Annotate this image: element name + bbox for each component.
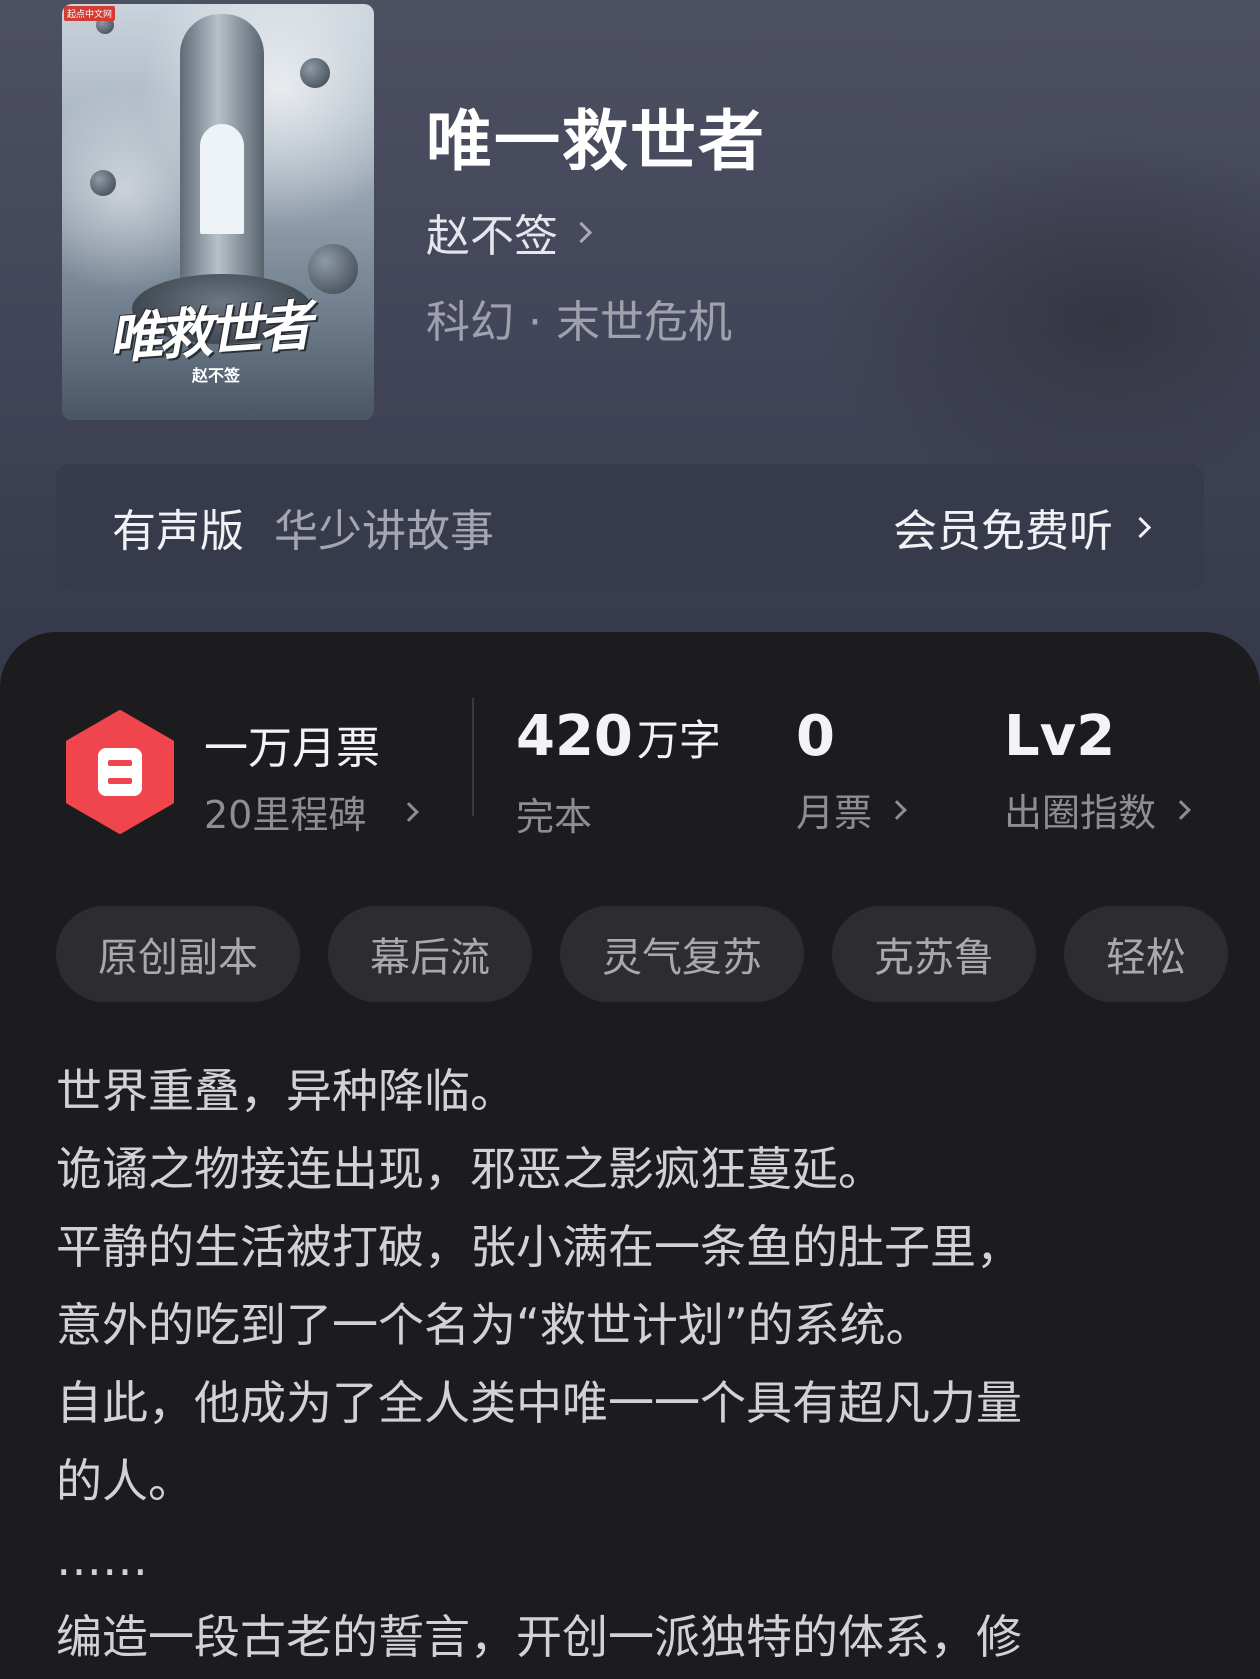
detail-panel: 一万月票 20里程碑 420万字 完本 0 月票 Lv2 出圈指数 原创副本 幕…	[0, 632, 1260, 1679]
synopsis-line: 自此，他成为了全人类中唯一一个具有超凡力量	[56, 1376, 1022, 1430]
tag-list: 原创副本 幕后流 灵气复苏 克苏鲁 轻松	[56, 906, 1228, 1002]
tag-chip[interactable]: 原创副本	[56, 906, 300, 1002]
completion-status: 完本	[516, 795, 593, 839]
word-count-value: 420	[516, 704, 633, 769]
word-count-stat: 420万字 完本	[516, 702, 721, 841]
synopsis-line: 的人。	[56, 1454, 194, 1508]
synopsis-line: 世界重叠，异种降临。	[56, 1064, 516, 1118]
chevron-right-icon	[1171, 799, 1191, 820]
word-count-unit: 万字	[636, 716, 721, 765]
book-genre: 科幻 · 末世危机	[426, 297, 732, 348]
member-free-listen-label: 会员免费听	[893, 506, 1113, 557]
ticket-icon	[66, 710, 174, 834]
tag-chip[interactable]: 克苏鲁	[832, 906, 1036, 1002]
milestone-title: 一万月票	[204, 723, 380, 774]
synopsis-line: 编造一段古老的誓言，开创一派独特的体系，修	[56, 1610, 1022, 1664]
audio-label: 有声版	[112, 506, 244, 557]
tag-chip[interactable]: 轻松	[1064, 906, 1228, 1002]
popularity-index-stat[interactable]: Lv2 出圈指数	[1004, 702, 1191, 837]
chevron-right-icon	[1129, 516, 1152, 538]
chevron-right-icon	[570, 221, 593, 243]
synopsis-line: ……	[56, 1532, 148, 1586]
synopsis-line: 意外的吃到了一个名为“救世计划”的系统。	[56, 1298, 932, 1352]
author-link[interactable]: 赵不签	[426, 200, 593, 264]
chevron-right-icon	[887, 799, 907, 820]
audio-version-bar[interactable]: 有声版 华少讲故事 会员免费听	[56, 464, 1204, 590]
book-title: 唯一救世者	[426, 102, 766, 180]
cover-title-art: 唯救世者	[106, 293, 311, 371]
stats-divider	[472, 698, 474, 816]
monthly-ticket-value: 0	[796, 704, 835, 769]
milestone-link[interactable]: 20里程碑	[204, 784, 420, 839]
popularity-level-value: Lv2	[1004, 704, 1116, 769]
popularity-index-label: 出圈指数	[1004, 791, 1157, 835]
book-cover[interactable]: 起点中文网 唯救世者 赵不签	[62, 4, 374, 420]
author-name: 赵不签	[426, 211, 558, 262]
member-free-listen-button[interactable]: 会员免费听	[893, 495, 1152, 559]
audio-narrator: 华少讲故事	[274, 506, 494, 557]
tag-chip[interactable]: 灵气复苏	[560, 906, 804, 1002]
monthly-ticket-label: 月票	[796, 791, 873, 835]
synopsis[interactable]: 世界重叠，异种降临。 诡谲之物接连出现，邪恶之影疯狂蔓延。 平静的生活被打破，张…	[56, 1052, 1216, 1676]
milestone-subtitle: 20里程碑	[204, 793, 367, 837]
publisher-badge: 起点中文网	[64, 6, 116, 21]
cover-author-art: 赵不签	[192, 366, 241, 385]
synopsis-line: 诡谲之物接连出现，邪恶之影疯狂蔓延。	[56, 1142, 884, 1196]
monthly-ticket-stat[interactable]: 0 月票	[796, 702, 907, 837]
tag-chip[interactable]: 幕后流	[328, 906, 532, 1002]
chevron-right-icon	[399, 801, 420, 822]
synopsis-line: 平静的生活被打破，张小满在一条鱼的肚子里，	[56, 1220, 1022, 1274]
